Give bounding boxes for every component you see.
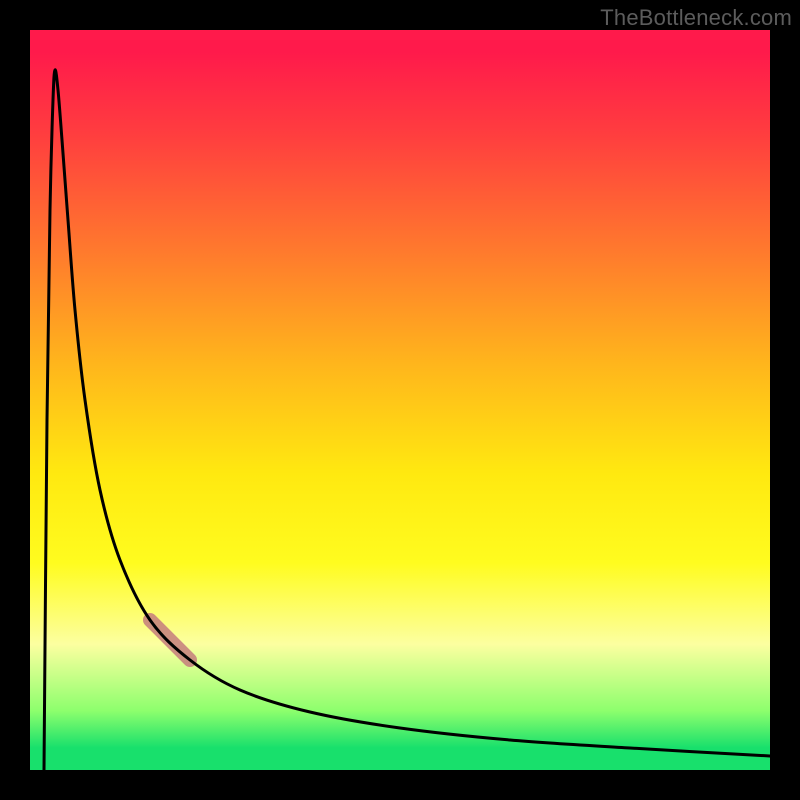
- bottleneck-curve: [44, 70, 770, 770]
- watermark-text: TheBottleneck.com: [600, 5, 792, 31]
- frame-bottom: [0, 770, 800, 800]
- frame-right: [770, 0, 800, 800]
- frame-left: [0, 0, 30, 800]
- curve-layer: [30, 30, 770, 770]
- chart-stage: TheBottleneck.com: [0, 0, 800, 800]
